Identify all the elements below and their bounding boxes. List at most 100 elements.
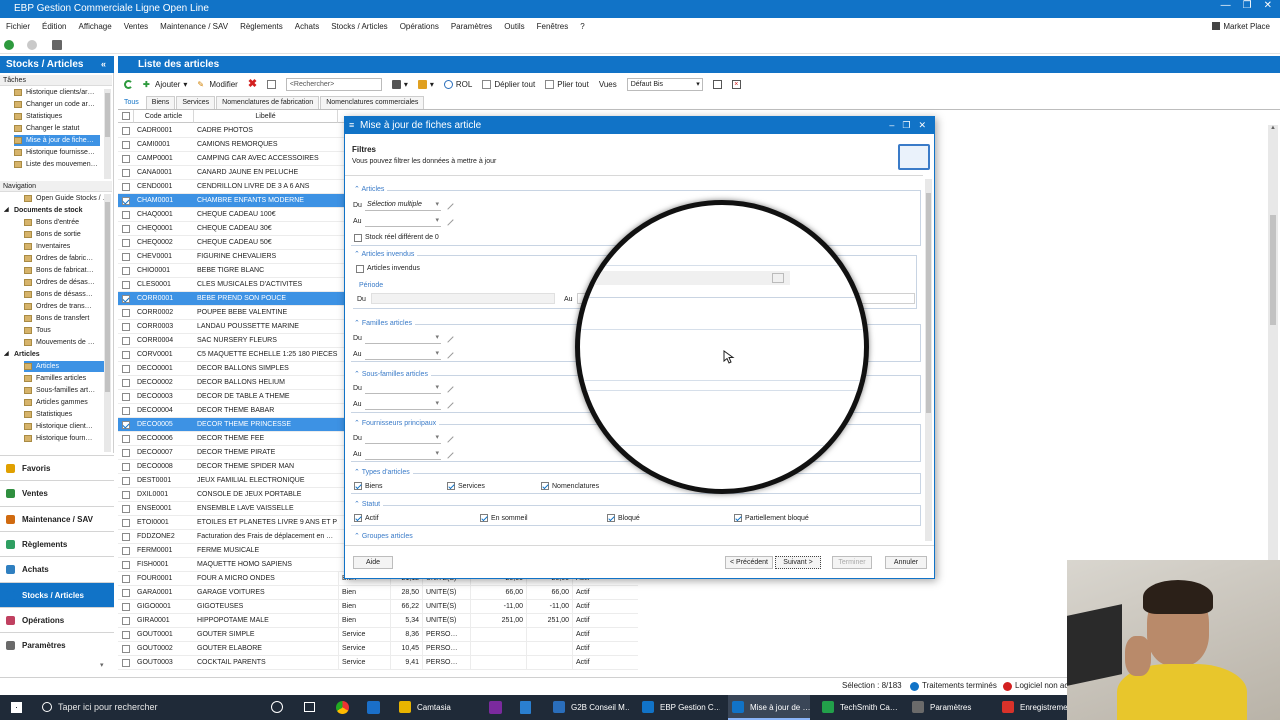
familles-legend[interactable]: ⌃ Familles articles [351, 319, 415, 329]
module-button[interactable]: Ventes [0, 480, 114, 506]
row-checkbox[interactable] [122, 603, 130, 611]
finish-button[interactable]: Terminer [832, 556, 872, 569]
row-checkbox[interactable] [122, 337, 130, 345]
row-checkbox[interactable] [122, 253, 130, 261]
articles-legend[interactable]: ⌃ Articles [351, 185, 388, 195]
row-checkbox[interactable] [122, 351, 130, 359]
task-item[interactable]: Changer le statut [14, 123, 100, 134]
menu-fichier[interactable]: Fichier [6, 22, 30, 31]
menu-operations[interactable]: Opérations [400, 22, 439, 31]
menu-parametres[interactable]: Paramètres [451, 22, 492, 31]
row-checkbox[interactable] [122, 309, 130, 317]
search-input[interactable]: <Rechercher> [285, 77, 382, 91]
module-button[interactable]: Règlements [0, 530, 114, 556]
row-checkbox[interactable] [122, 631, 130, 639]
row-checkbox[interactable] [122, 169, 130, 177]
outlook-icon[interactable] [367, 701, 380, 714]
nav-item[interactable]: Open Guide Stocks / … [24, 193, 110, 204]
task-item[interactable]: Changer un code ar… [14, 99, 100, 110]
nav-item[interactable]: Familles articles [24, 373, 110, 384]
taches-scrollbar[interactable] [104, 89, 111, 179]
license-status[interactable]: Logiciel non ac [1015, 678, 1068, 694]
previous-button[interactable]: < Précédent [725, 556, 773, 569]
familles-du-select[interactable] [365, 333, 441, 344]
dialog-scrollbar[interactable] [925, 179, 932, 541]
row-checkbox[interactable] [122, 519, 130, 527]
row-checkbox[interactable] [122, 211, 130, 219]
row-checkbox[interactable] [122, 449, 130, 457]
row-checkbox[interactable] [122, 659, 130, 667]
taskbar-app[interactable]: G2B Conseil M… [549, 695, 629, 720]
print-button[interactable]: ▾ [391, 79, 408, 89]
table-row[interactable]: GOUT0002 GOUTER ELABORE Service 10,45 PERSO…… [118, 642, 638, 656]
module-button[interactable]: Paramètres [0, 632, 114, 658]
row-checkbox[interactable] [122, 155, 130, 163]
close-button[interactable]: ✕ [1264, 0, 1272, 18]
nav-item[interactable]: Articles [24, 361, 110, 372]
menu-maintenance[interactable]: Maintenance / SAV [160, 22, 228, 31]
nav-item[interactable]: Sous-familles art… [24, 385, 110, 396]
tab-nomenclatures-commerciales[interactable]: Nomenclatures commerciales [320, 96, 425, 109]
task-item[interactable]: Historique clients/ar… [14, 87, 100, 98]
nav-item[interactable]: Ordres de fabric… [24, 253, 110, 264]
row-checkbox[interactable] [122, 183, 130, 191]
type-nomenclatures-checkbox[interactable] [541, 482, 549, 490]
more-modules-icon[interactable]: ▾ [100, 661, 104, 669]
row-checkbox[interactable] [122, 617, 130, 625]
market-place-link[interactable]: Market Place [1212, 18, 1270, 35]
row-checkbox[interactable] [122, 281, 130, 289]
edit-button[interactable]: ✎ Modifier [197, 80, 237, 89]
taskbar-search[interactable]: Taper ici pour rechercher [58, 695, 158, 720]
help-button[interactable]: Aide [353, 556, 393, 569]
nav-item[interactable]: Inventaires [24, 241, 110, 252]
tab-tous[interactable]: Tous [118, 96, 145, 109]
taskbar-app[interactable]: EBP Gestion C… [638, 695, 720, 720]
row-checkbox[interactable] [122, 141, 130, 149]
module-button[interactable]: Maintenance / SAV [0, 505, 114, 531]
familles-au-select[interactable] [365, 349, 441, 360]
row-checkbox[interactable] [122, 421, 130, 429]
articles-au-select[interactable] [365, 216, 441, 227]
articles-invendus-checkbox[interactable] [356, 265, 364, 273]
select-all-header[interactable] [118, 110, 134, 123]
nav-item[interactable]: Tous [24, 325, 110, 336]
menu-stocks[interactable]: Stocks / Articles [331, 22, 387, 31]
row-checkbox[interactable] [122, 379, 130, 387]
chrome-icon[interactable] [336, 701, 349, 714]
nav-item[interactable]: Bons de fabricat… [24, 265, 110, 276]
maximize-button[interactable]: ❐ [1243, 0, 1252, 18]
statut-actif-checkbox[interactable] [354, 514, 362, 522]
select-all-checkbox[interactable] [122, 112, 130, 120]
fournisseurs-au-select[interactable] [365, 449, 441, 460]
screen-icon[interactable] [52, 40, 62, 50]
table-row[interactable]: GIGO0001 GIGOTEUSES Bien 66,22 UNITE(S) -11,0… [118, 600, 638, 614]
taskbar-app[interactable]: Paramètres [908, 695, 988, 720]
row-checkbox[interactable] [122, 225, 130, 233]
fournisseurs-du-select[interactable] [365, 433, 441, 444]
nav-group[interactable]: ◢ Documents de stock [4, 205, 90, 216]
forward-icon[interactable] [27, 40, 37, 50]
cancel-button[interactable]: Annuler [885, 556, 927, 569]
row-checkbox[interactable] [122, 267, 130, 275]
dialog-close-button[interactable]: ✕ [918, 117, 926, 134]
nav-item[interactable]: Historique client… [24, 421, 110, 432]
nav-item[interactable]: Bons de sortie [24, 229, 110, 240]
nav-item[interactable]: Mouvements de … [24, 337, 110, 348]
back-icon[interactable] [4, 40, 14, 50]
cortana-icon[interactable] [271, 701, 283, 713]
nav-item[interactable]: Bons de transfert [24, 313, 110, 324]
columns-button[interactable] [712, 79, 722, 89]
row-checkbox[interactable] [122, 477, 130, 485]
task-item[interactable]: Historique fournisse… [14, 147, 100, 158]
view-select[interactable]: Défaut Bis ▾ [626, 77, 703, 91]
type-services-checkbox[interactable] [447, 482, 455, 490]
nav-group[interactable]: ◢ Articles [4, 349, 90, 360]
expand-all-button[interactable]: Déplier tout [482, 79, 535, 89]
fournisseurs-legend[interactable]: ⌃ Fournisseurs principaux [351, 419, 440, 429]
add-button[interactable]: ✚ Ajouter ▾ [143, 80, 187, 89]
task-item[interactable]: Liste des mouvemen… [14, 159, 100, 170]
row-checkbox[interactable] [122, 127, 130, 135]
rol-button[interactable]: ROL [443, 79, 472, 89]
type-biens-checkbox[interactable] [354, 482, 362, 490]
nav-item[interactable]: Ordres de trans… [24, 301, 110, 312]
